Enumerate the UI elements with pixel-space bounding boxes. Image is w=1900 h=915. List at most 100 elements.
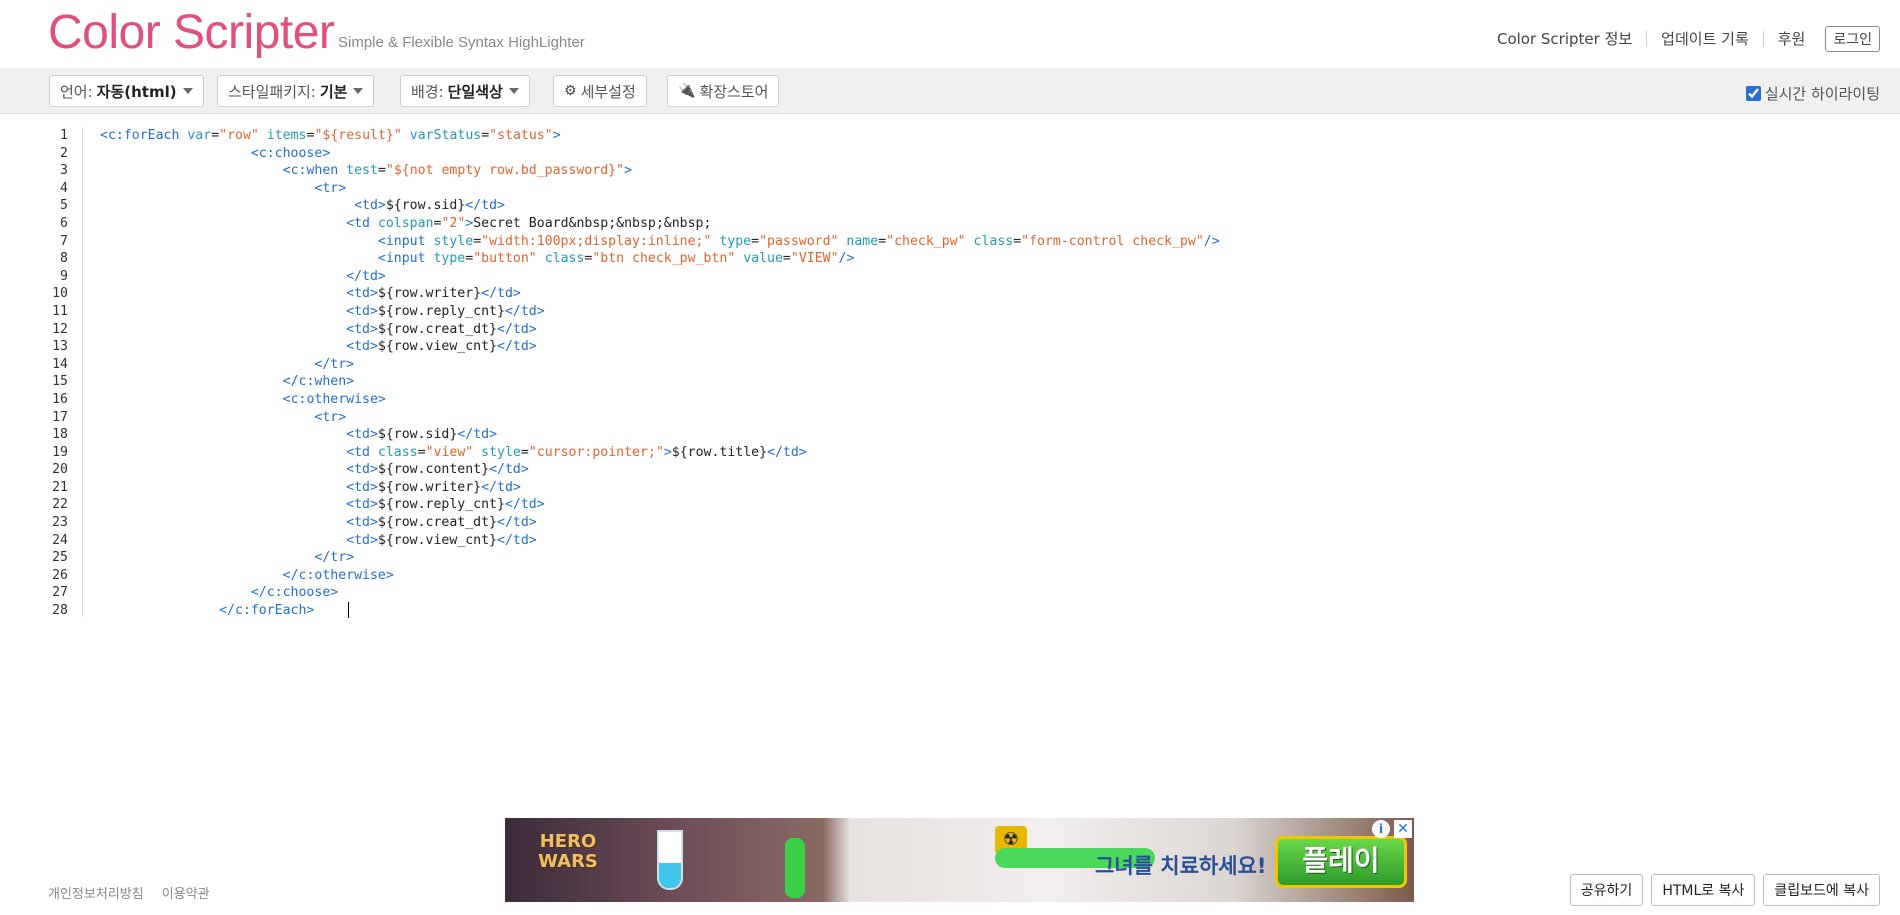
code-line[interactable]: </c:choose> [100, 584, 1220, 602]
code-line[interactable]: </tr> [100, 549, 1220, 567]
nav-about[interactable]: Color Scripter 정보 [1483, 31, 1646, 47]
line-number: 16 [52, 391, 68, 407]
background-label: 배경: [411, 82, 444, 101]
live-highlight-toggle[interactable]: 실시간 하이라이팅 [1745, 83, 1880, 104]
code-line[interactable]: <input style="width:100px;display:inline… [100, 233, 1220, 251]
nav-sponsor[interactable]: 후원 [1762, 31, 1820, 47]
pipe-graphic [785, 838, 805, 898]
code-line[interactable]: </c:when> [100, 373, 1220, 391]
code-content[interactable]: <c:forEach var="row" items="${result}" v… [100, 127, 1220, 620]
line-number: 20 [52, 462, 68, 478]
live-highlight-label: 실시간 하이라이팅 [1764, 85, 1880, 103]
background-dropdown[interactable]: 배경: 단일색상 [400, 75, 530, 107]
code-line[interactable]: <tr> [100, 180, 1220, 198]
background-value: 단일색상 [447, 82, 503, 101]
code-line[interactable]: <td>${row.sid}</td> [100, 426, 1220, 444]
code-line[interactable]: <c:when test="${not empty row.bd_passwor… [100, 162, 1220, 180]
code-line[interactable]: <td>${row.creat_dt}</td> [100, 321, 1220, 339]
text-cursor [348, 602, 350, 619]
extension-store-button[interactable]: 🔌 확장스토어 [667, 75, 780, 107]
live-highlight-checkbox[interactable] [1745, 86, 1761, 101]
ad-play-button[interactable]: 플레이 [1275, 836, 1407, 888]
style-value: 기본 [319, 82, 348, 101]
language-value: 자동(html) [96, 82, 177, 101]
code-line[interactable]: </tr> [100, 356, 1220, 374]
settings-label: 세부설정 [580, 82, 636, 101]
code-line[interactable]: <input type="button" class="btn check_pw… [100, 250, 1220, 268]
code-line[interactable]: <td>${row.reply_cnt}</td> [100, 496, 1220, 514]
test-tube-icon [657, 830, 683, 890]
ad-brand: HERO WARS [538, 831, 598, 872]
site-tagline: Simple & Flexible Syntax HighLighter [338, 34, 585, 51]
line-number: 1 [60, 128, 68, 143]
code-line[interactable]: <td>${row.writer}</td> [100, 479, 1220, 497]
code-line[interactable]: <tr> [100, 409, 1220, 427]
code-line[interactable]: <c:otherwise> [100, 391, 1220, 409]
line-number: 24 [52, 532, 68, 548]
chevron-down-icon [508, 88, 519, 94]
line-number: 5 [60, 198, 68, 214]
footer-links: 개인정보처리방침 이용약관 [48, 883, 228, 902]
line-number: 26 [52, 567, 68, 583]
line-number-gutter: 1 2 3 4 5 6 7 8 9 10 11 12 13 14 15 16 17 18 19 20 21 22 23 24 2… [0, 127, 83, 619]
site-header: Color Scripter Simple & Flexible Syntax … [0, 0, 1900, 68]
code-line[interactable]: <td>${row.creat_dt}</td> [100, 514, 1220, 532]
privacy-policy-link[interactable]: 개인정보처리방침 [48, 883, 144, 902]
extension-store-label: 확장스토어 [699, 82, 769, 101]
login-button[interactable]: 로그인 [1825, 26, 1880, 52]
line-number: 28 [52, 603, 68, 619]
terms-link[interactable]: 이용약관 [162, 883, 210, 902]
code-line[interactable]: <td>${row.writer}</td> [100, 285, 1220, 303]
language-dropdown[interactable]: 언어: 자동(html) [49, 75, 204, 107]
language-label: 언어: [60, 82, 93, 101]
ad-info-icon[interactable]: i [1372, 820, 1390, 838]
code-line[interactable]: <td>${row.sid}</td> [100, 197, 1220, 215]
code-line[interactable]: </c:otherwise> [100, 567, 1220, 585]
toolbar: 언어: 자동(html) 스타일패키지: 기본 배경: 단일색상 ⚙ 세부설정 … [0, 68, 1900, 114]
copy-clipboard-button[interactable]: 클립보드에 복사 [1763, 874, 1880, 906]
site-logo[interactable]: Color Scripter [48, 4, 335, 62]
line-number: 10 [52, 286, 68, 302]
code-line[interactable]: </td> [100, 268, 1220, 286]
code-line[interactable]: <td>${row.view_cnt}</td> [100, 532, 1220, 550]
line-number: 25 [52, 550, 68, 566]
line-number: 6 [60, 215, 68, 231]
ad-slogan: 그녀를 치료하세요! [1095, 854, 1267, 878]
style-package-dropdown[interactable]: 스타일패키지: 기본 [217, 75, 375, 107]
code-line[interactable]: <td>${row.reply_cnt}</td> [100, 303, 1220, 321]
line-number: 7 [60, 233, 68, 249]
line-number: 12 [52, 321, 68, 337]
top-nav: Color Scripter 정보 업데이트 기록 후원 로그인 [1483, 26, 1880, 52]
ad-close-icon[interactable]: ✕ [1394, 820, 1412, 838]
line-number: 27 [52, 585, 68, 601]
code-line[interactable]: <td>${row.view_cnt}</td> [100, 338, 1220, 356]
nav-updates[interactable]: 업데이트 기록 [1646, 31, 1763, 47]
code-line[interactable]: <td>${row.content}</td> [100, 461, 1220, 479]
gear-icon: ⚙ [564, 83, 577, 99]
code-line[interactable]: <td class="view" style="cursor:pointer;"… [100, 444, 1220, 462]
code-line[interactable]: <td colspan="2">Secret Board&nbsp;&nbsp;… [100, 215, 1220, 233]
settings-button[interactable]: ⚙ 세부설정 [553, 75, 647, 107]
line-number: 23 [52, 515, 68, 531]
line-number: 4 [60, 180, 68, 196]
code-line[interactable]: <c:forEach var="row" items="${result}" v… [100, 127, 1220, 145]
line-number: 19 [52, 444, 68, 460]
line-number: 13 [52, 339, 68, 355]
line-number: 9 [60, 268, 68, 284]
plug-icon: 🔌 [678, 83, 696, 99]
line-number: 14 [52, 356, 68, 372]
code-line[interactable]: <c:choose> [100, 145, 1220, 163]
style-label: 스타일패키지: [228, 82, 316, 101]
line-number: 18 [52, 427, 68, 443]
ad-banner[interactable]: HERO WARS ☢ 그녀를 치료하세요! 플레이 i ✕ [505, 818, 1414, 902]
code-editor[interactable]: 1 2 3 4 5 6 7 8 9 10 11 12 13 14 15 16 17 18 19 20 21 22 23 24 2… [0, 115, 1900, 619]
line-number: 11 [52, 303, 68, 319]
line-number: 17 [52, 409, 68, 425]
copy-html-button[interactable]: HTML로 복사 [1651, 874, 1756, 906]
line-number: 22 [52, 497, 68, 513]
line-number: 3 [60, 163, 68, 179]
code-line[interactable]: </c:forEach> [100, 602, 1220, 620]
chevron-down-icon [182, 88, 193, 94]
share-button[interactable]: 공유하기 [1569, 874, 1644, 906]
action-buttons: 공유하기 HTML로 복사 클립보드에 복사 [1562, 874, 1880, 906]
